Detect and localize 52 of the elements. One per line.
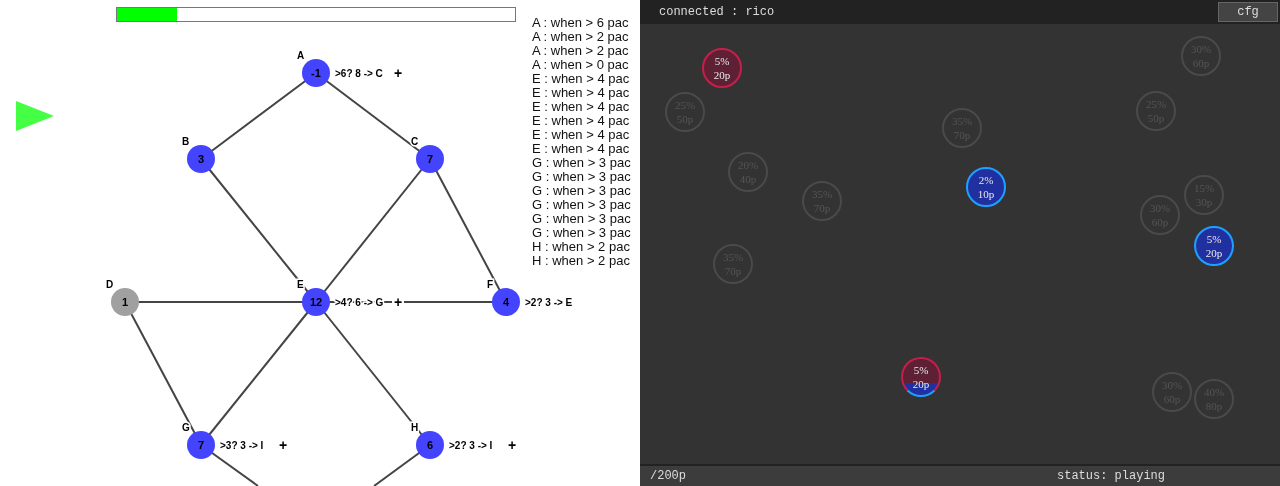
node-rule: >3? 3 -> I: [220, 440, 264, 451]
node-label: F: [487, 279, 494, 290]
connection-status: connected : rico: [659, 4, 775, 21]
rule-line: G : when > 3 pac: [532, 212, 631, 226]
cfg-button[interactable]: cfg: [1218, 2, 1278, 22]
token-percent: 2%: [978, 173, 994, 187]
rule-line: H : when > 2 pac: [532, 254, 631, 268]
add-button[interactable]: +: [506, 437, 518, 453]
node-rule: >6? 8 -> C: [335, 68, 383, 79]
play-icon[interactable]: [16, 101, 54, 131]
node-rule: >2? 3 -> E: [525, 297, 573, 308]
graph-node[interactable]: 7: [187, 431, 215, 459]
rule-line: E : when > 4 pac: [532, 114, 631, 128]
token-points: 10p: [977, 187, 995, 201]
game-status: status: playing: [1057, 468, 1166, 485]
rule-line: G : when > 3 pac: [532, 198, 631, 212]
node-label: G: [182, 422, 190, 433]
rule-line: E : when > 4 pac: [532, 86, 631, 100]
rule-line: E : when > 4 pac: [532, 142, 631, 156]
graph-node[interactable]: 12: [302, 288, 330, 316]
rule-line: A : when > 2 pac: [532, 44, 630, 58]
node-label: C: [411, 136, 419, 147]
rule-line: E : when > 4 pac: [532, 128, 631, 142]
rule-line: G : when > 3 pac: [532, 170, 631, 184]
graph-node[interactable]: -1: [302, 59, 330, 87]
token-percent: 5%: [714, 54, 730, 68]
rule-line: G : when > 3 pac: [532, 226, 631, 240]
rule-line: A : when > 2 pac: [532, 30, 630, 44]
rule-line: G : when > 3 pac: [532, 184, 631, 198]
rule-line: E : when > 4 pac: [532, 72, 631, 86]
token-percent: 5%: [1206, 232, 1222, 246]
rule-line: H : when > 2 pac: [532, 240, 630, 254]
token-points: 20p: [912, 377, 930, 391]
graph-node[interactable]: 4: [492, 288, 520, 316]
token-points: 20p: [713, 68, 731, 82]
add-button[interactable]: +: [277, 437, 289, 453]
graph-node[interactable]: 1: [111, 288, 139, 316]
rule-line: G : when > 3 pac: [532, 156, 631, 170]
node-label: B: [182, 136, 190, 147]
node-rule: >2? 3 -> I: [449, 440, 493, 451]
graph-node[interactable]: 3: [187, 145, 215, 173]
token-percent: 5%: [913, 363, 929, 377]
points-total: /200p: [650, 468, 687, 485]
token-points: 20p: [1205, 246, 1223, 260]
node-label: D: [106, 279, 114, 290]
add-button[interactable]: +: [392, 65, 404, 81]
graph-node[interactable]: 6: [416, 431, 444, 459]
node-label: A: [297, 50, 305, 61]
rule-line: E : when > 4 pac: [532, 100, 631, 114]
rule-line: A : when > 6 pac: [532, 16, 630, 30]
rule-line: A : when > 0 pac: [532, 58, 630, 72]
graph-node[interactable]: 7: [416, 145, 444, 173]
